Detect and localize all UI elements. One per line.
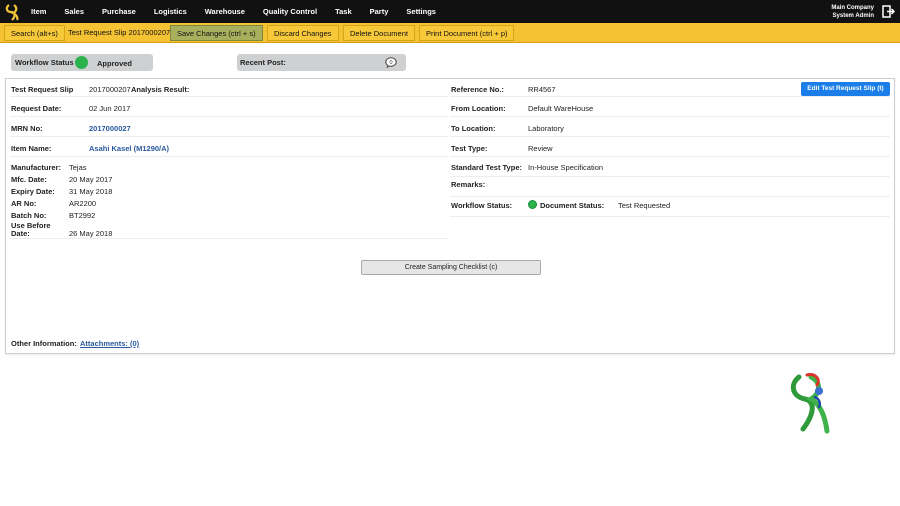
left-item-details: Manufacturer: Tejas Mfc. Date: 20 May 20… <box>10 159 448 239</box>
right-row-to-location: To Location: Laboratory <box>450 119 890 137</box>
right-row-workflow-status: Workflow Status: Document Status: Test R… <box>450 198 890 217</box>
left-row-item-name: Item Name: Asahi Kasel (M1290/A) <box>10 139 448 157</box>
standard-test-type-label: Standard Test Type: <box>451 163 522 172</box>
recent-post-count: 0 <box>389 60 392 66</box>
nav-item-purchase[interactable]: Purchase <box>102 7 136 16</box>
document-toolbar: Search (alt+s) Test Request Slip 2017000… <box>0 23 900 43</box>
item-name-label: Item Name: <box>11 144 52 153</box>
brand-logo-icon <box>790 373 830 434</box>
from-location-label: From Location: <box>451 104 506 113</box>
left-row-request-date: Request Date: 02 Jun 2017 <box>10 99 448 117</box>
use-before-value: 26 May 2018 <box>69 229 113 238</box>
use-before-label-line2: Date: <box>11 229 30 238</box>
batch-no-label: Batch No: <box>11 211 47 220</box>
other-information-label: Other Information: <box>11 339 77 348</box>
right-row-remarks: Remarks: <box>450 179 890 197</box>
delete-document-button[interactable]: Delete Document <box>343 25 415 41</box>
logout-icon[interactable] <box>882 5 895 18</box>
discard-changes-button[interactable]: Discard Changes <box>267 25 339 41</box>
analysis-result-label: Analysis Result: <box>131 85 190 94</box>
top-nav-bar: Item Sales Purchase Logistics Warehouse … <box>0 0 900 23</box>
nav-item-warehouse[interactable]: Warehouse <box>205 7 245 16</box>
mfc-date-value: 20 May 2017 <box>69 175 113 184</box>
right-row-from-location: From Location: Default WareHouse <box>450 99 890 117</box>
create-sampling-checklist-button[interactable]: Create Sampling Checklist (c) <box>361 260 541 275</box>
standard-test-type-value: In-House Specification <box>528 163 604 172</box>
to-location-value: Laboratory <box>528 124 564 133</box>
nav-item-settings[interactable]: Settings <box>406 7 436 16</box>
test-type-label: Test Type: <box>451 144 488 153</box>
manufacturer-label: Manufacturer: <box>11 163 62 172</box>
to-location-label: To Location: <box>451 124 496 133</box>
item-name-link[interactable]: Asahi Kasel (M1290/A) <box>89 144 169 153</box>
manufacturer-value: Tejas <box>69 163 87 172</box>
recent-post-box[interactable]: Recent Post: 0 <box>237 54 406 71</box>
left-row-mrn: MRN No: 2017000027 <box>10 119 448 137</box>
workflow-status-box: Workflow Status Approved <box>11 54 153 71</box>
left-row-slip: Test Request Slip 2017000207 Analysis Re… <box>10 79 448 97</box>
right-row-test-type: Test Type: Review <box>450 139 890 157</box>
nav-item-quality-control[interactable]: Quality Control <box>263 7 317 16</box>
workflow-status-field-label: Workflow Status: <box>451 201 513 210</box>
search-button[interactable]: Search (alt+s) <box>4 25 65 41</box>
workflow-status-label: Workflow Status <box>15 58 74 67</box>
document-status-value: Test Requested <box>618 201 671 210</box>
ar-no-value: AR2200 <box>69 199 97 208</box>
comment-bubble-icon[interactable]: 0 <box>385 57 397 68</box>
save-changes-button[interactable]: Save Changes (ctrl + s) <box>170 25 263 41</box>
mrn-link[interactable]: 2017000027 <box>89 124 131 133</box>
reference-no-value: RR4567 <box>528 85 556 94</box>
test-request-slip-value: 2017000207 <box>89 85 131 94</box>
mfc-date-label: Mfc. Date: <box>11 175 47 184</box>
request-date-value: 02 Jun 2017 <box>89 104 131 113</box>
expiry-date-label: Expiry Date: <box>11 187 55 196</box>
user-name: System Admin <box>832 13 874 19</box>
request-date-label: Request Date: <box>11 104 62 113</box>
remarks-label: Remarks: <box>451 180 486 189</box>
nav-item-task[interactable]: Task <box>335 7 352 16</box>
print-document-button[interactable]: Print Document (ctrl + p) <box>419 25 515 41</box>
attachments-link[interactable]: Attachments: (0) <box>80 339 139 348</box>
document-panel: Test Request Slip 2017000207 Analysis Re… <box>5 78 895 354</box>
recent-post-label: Recent Post: <box>240 58 286 67</box>
company-name: Main Company <box>831 5 874 11</box>
nav-item-item[interactable]: Item <box>31 7 46 16</box>
nav-item-party[interactable]: Party <box>370 7 389 16</box>
test-type-value: Review <box>528 144 553 153</box>
status-green-dot-icon <box>528 200 537 209</box>
nav-item-sales[interactable]: Sales <box>64 7 84 16</box>
from-location-value: Default WareHouse <box>528 104 594 113</box>
document-status-label: Document Status: <box>540 201 605 210</box>
right-row-standard-test-type: Standard Test Type: In-House Specificati… <box>450 159 890 177</box>
status-green-dot-icon <box>75 56 88 69</box>
ar-no-label: AR No: <box>11 199 37 208</box>
batch-no-value: BT2992 <box>69 211 96 220</box>
app-logo-icon[interactable] <box>3 2 23 22</box>
reference-no-label: Reference No.: <box>451 85 504 94</box>
nav-item-logistics[interactable]: Logistics <box>154 7 187 16</box>
workflow-status-value: Approved <box>97 59 133 68</box>
company-user-info[interactable]: Main Company System Admin <box>831 4 874 20</box>
test-request-slip-label: Test Request Slip <box>11 85 74 94</box>
expiry-date-value: 31 May 2018 <box>69 187 113 196</box>
mrn-label: MRN No: <box>11 124 43 133</box>
document-title: Test Request Slip 2017000207 <box>68 28 171 37</box>
main-nav: Item Sales Purchase Logistics Warehouse … <box>31 0 454 23</box>
edit-test-request-slip-button[interactable]: Edit Test Request Slip (t) <box>801 82 890 96</box>
